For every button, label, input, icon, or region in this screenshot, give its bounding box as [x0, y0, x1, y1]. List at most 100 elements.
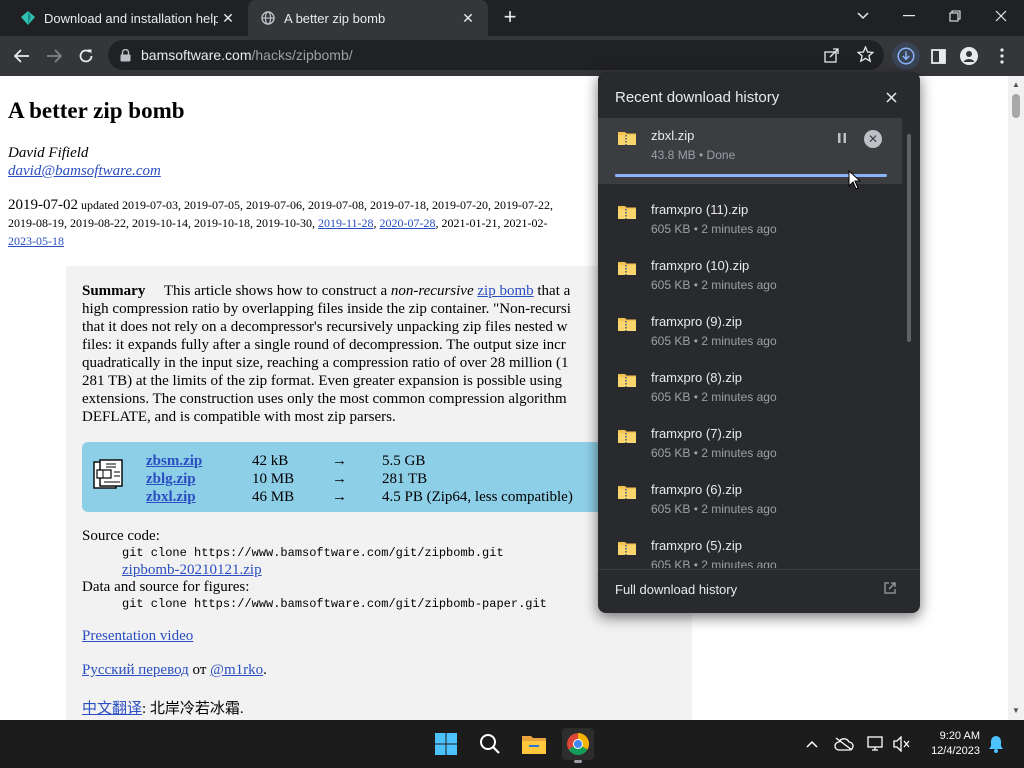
date-link-2023-05-18[interactable]: 2023-05-18	[8, 234, 64, 248]
download-item[interactable]: framxpro (8).zip 605 KB • 2 minutes ago	[598, 360, 902, 416]
full-history-row[interactable]: Full download history	[598, 569, 920, 613]
expanded-size: 281 TB	[382, 471, 428, 487]
summary-line: quadratically in the input size, reachin…	[82, 355, 569, 371]
date-link-2019-11-28[interactable]: 2019-11-28	[318, 216, 374, 230]
scroll-down-arrow-icon[interactable]: ▼	[1012, 706, 1020, 715]
restore-icon[interactable]	[932, 0, 978, 32]
scroll-up-arrow-icon[interactable]: ▲	[1012, 80, 1020, 89]
download-status: 605 KB • 2 minutes ago	[651, 558, 777, 568]
page-title: A better zip bomb	[8, 98, 185, 123]
url-host: bamsoftware.com	[141, 47, 252, 63]
windows-start-icon[interactable]	[430, 728, 462, 760]
download-item[interactable]: framxpro (6).zip 605 KB • 2 minutes ago	[598, 472, 902, 528]
globe-icon	[260, 10, 276, 26]
cancel-icon[interactable]: ✕	[864, 130, 882, 148]
tab-download-help[interactable]: Download and installation help ✕	[8, 0, 248, 36]
download-item[interactable]: framxpro (10).zip 605 KB • 2 minutes ago	[598, 248, 902, 304]
share-icon[interactable]	[824, 47, 840, 68]
chrome-icon[interactable]	[562, 728, 594, 763]
download-item[interactable]: framxpro (9).zip 605 KB • 2 minutes ago	[598, 304, 902, 360]
open-external-icon[interactable]	[884, 581, 898, 595]
source-zip-link[interactable]: zipbomb-20210121.zip	[82, 562, 547, 579]
url-path: /hacks/zipbomb/	[251, 47, 353, 63]
download-name: framxpro (9).zip	[651, 314, 743, 329]
summary-line: 281 TB) at the limits of the zip format.…	[82, 373, 563, 389]
diamond-icon	[20, 10, 36, 26]
taskbar: 9:20 AM 12/4/2023	[0, 720, 1024, 768]
tab-title: Download and installation help	[44, 10, 218, 26]
file-link-zbsm[interactable]: zbsm.zip	[146, 452, 246, 470]
zip-bomb-link[interactable]: zip bomb	[477, 283, 533, 299]
download-button[interactable]	[892, 42, 920, 70]
file-size: 42 kB	[252, 453, 289, 469]
download-status: 605 KB • 2 minutes ago	[651, 446, 777, 460]
bookmark-star-icon[interactable]	[856, 45, 875, 68]
mouse-cursor-icon	[848, 169, 862, 190]
zip-folder-icon	[618, 316, 636, 331]
download-history-panel: Recent download history zbxl.zip 43.8 MB…	[598, 72, 920, 613]
close-window-icon[interactable]	[978, 0, 1024, 32]
close-tab-icon[interactable]: ✕	[218, 8, 238, 28]
back-arrow-icon[interactable]	[8, 42, 36, 70]
search-icon[interactable]	[474, 728, 506, 760]
translator-name: : 北岸冷若冰霜.	[142, 701, 244, 717]
file-link-zblg[interactable]: zblg.zip	[146, 470, 246, 488]
download-status: 605 KB • 2 minutes ago	[651, 278, 777, 292]
download-name: zbxl.zip	[651, 128, 695, 143]
download-list: zbxl.zip 43.8 MB • Done ✕ framxpro (11).…	[598, 118, 910, 568]
clock[interactable]: 9:20 AM 12/4/2023	[922, 729, 980, 759]
minimize-icon[interactable]	[886, 0, 932, 32]
menu-kebab-icon[interactable]	[988, 42, 1016, 70]
pause-icon[interactable]	[832, 130, 852, 146]
side-panel-icon[interactable]	[924, 42, 952, 70]
notification-bell-icon[interactable]	[986, 734, 1006, 754]
download-item[interactable]: framxpro (7).zip 605 KB • 2 minutes ago	[598, 416, 902, 472]
profile-icon[interactable]	[955, 42, 983, 70]
file-size: 10 MB	[252, 471, 295, 487]
dates-line2: 2019-08-19, 2019-08-22, 2019-10-14, 2019…	[8, 216, 315, 230]
volume-muted-icon[interactable]	[892, 734, 912, 754]
summary-line: that it does not rely on a decompressor'…	[82, 319, 568, 335]
date-link-2020-07-28[interactable]: 2020-07-28	[380, 216, 436, 230]
close-tab-icon[interactable]: ✕	[458, 8, 478, 28]
zip-folder-icon	[618, 540, 636, 555]
tab-strip: Download and installation help ✕ A bette…	[0, 0, 1024, 36]
download-item[interactable]: framxpro (11).zip 605 KB • 2 minutes ago	[598, 192, 902, 248]
clock-time: 9:20 AM	[939, 730, 980, 742]
summary-heading: Summary	[82, 283, 146, 299]
active-app-indicator	[574, 760, 582, 763]
summary-line: DEFLATE, and is compatible with most zip…	[82, 409, 396, 425]
close-icon[interactable]	[882, 88, 900, 106]
network-icon[interactable]	[866, 734, 886, 754]
scroll-thumb[interactable]	[1012, 94, 1020, 118]
download-item[interactable]: framxpro (5).zip 605 KB • 2 minutes ago	[598, 528, 902, 568]
chinese-translation-link[interactable]: 中文翻译	[82, 701, 142, 717]
address-bar[interactable]: bamsoftware.com /hacks/zipbomb/	[108, 40, 884, 70]
file-explorer-icon[interactable]	[518, 728, 550, 760]
translator-link[interactable]: @m1rko	[210, 662, 263, 678]
zip-folder-icon	[618, 428, 636, 443]
lock-icon[interactable]	[120, 48, 131, 62]
forward-arrow-icon[interactable]	[40, 42, 68, 70]
summary-line: high compression ratio by overlapping fi…	[82, 301, 571, 317]
tab-search-chevron-icon[interactable]	[840, 0, 886, 32]
reload-icon[interactable]	[72, 42, 100, 70]
download-name: framxpro (7).zip	[651, 426, 743, 441]
presentation-video-link[interactable]: Presentation video	[82, 628, 193, 644]
author-email-link[interactable]: david@bamsoftware.com	[8, 162, 161, 180]
new-tab-button[interactable]: +	[498, 6, 522, 30]
page-scrollbar[interactable]: ▲ ▼	[1008, 76, 1024, 720]
onedrive-cloud-icon[interactable]	[834, 734, 854, 754]
download-status: 605 KB • 2 minutes ago	[651, 334, 777, 348]
tab-zip-bomb[interactable]: A better zip bomb ✕	[248, 0, 488, 36]
summary-line: files: it expands fully after a single r…	[82, 337, 566, 353]
expanded-size: 5.5 GB	[382, 453, 426, 469]
panel-scrollbar[interactable]	[907, 134, 911, 342]
expanded-size: 4.5 PB (Zip64, less compatible)	[382, 489, 573, 505]
russian-translation-link[interactable]: Русский перевод	[82, 662, 189, 678]
video-paragraph: Presentation video	[82, 628, 193, 645]
summary-emphasis: non-recursive	[390, 283, 474, 299]
file-link-zbxl[interactable]: zbxl.zip	[146, 488, 246, 506]
full-history-link[interactable]: Full download history	[615, 582, 737, 597]
show-hidden-icons-chevron-icon[interactable]	[802, 734, 822, 754]
